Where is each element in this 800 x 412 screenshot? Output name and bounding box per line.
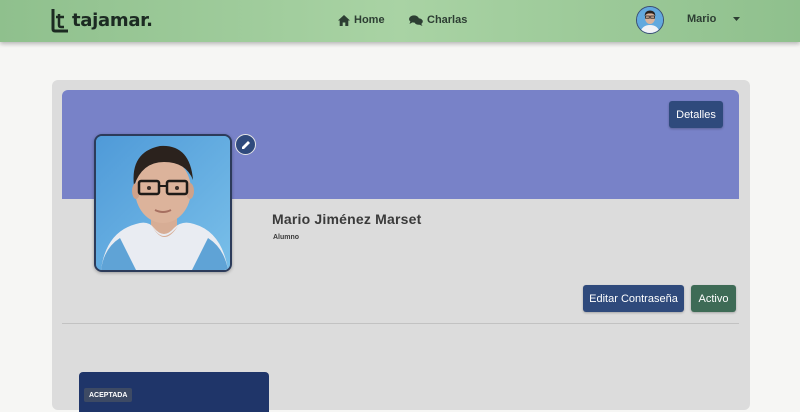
avatar-photo xyxy=(637,7,663,33)
caret-down-icon[interactable] xyxy=(733,17,740,21)
comments-icon xyxy=(409,14,423,26)
details-button[interactable]: Detalles xyxy=(669,101,723,128)
user-avatar[interactable] xyxy=(636,6,664,34)
tajamar-logo-icon xyxy=(51,9,68,33)
nav-link-home[interactable]: Home xyxy=(338,12,385,28)
brand-logo[interactable]: tajamar. xyxy=(50,5,153,35)
change-password-button[interactable]: Editar Contraseña xyxy=(583,285,684,312)
user-name-menu[interactable]: Mario xyxy=(687,13,716,25)
profile-role: Alumno xyxy=(273,234,300,241)
section-divider xyxy=(62,323,739,324)
pencil-icon xyxy=(241,140,250,149)
profile-photo xyxy=(94,134,232,272)
brand-name: tajamar. xyxy=(72,9,153,31)
home-icon xyxy=(338,14,350,26)
edit-photo-button[interactable] xyxy=(235,134,256,155)
top-navbar: tajamar. Home Charlas Mario xyxy=(0,0,800,42)
profile-portrait xyxy=(96,136,230,270)
nav-link-charlas-label: Charlas xyxy=(427,14,468,26)
nav-link-home-label: Home xyxy=(354,14,385,26)
nav-link-charlas[interactable]: Charlas xyxy=(409,12,467,28)
profile-full-name: Mario Jiménez Marset xyxy=(272,211,422,227)
status-active-button[interactable]: Activo xyxy=(691,285,736,312)
